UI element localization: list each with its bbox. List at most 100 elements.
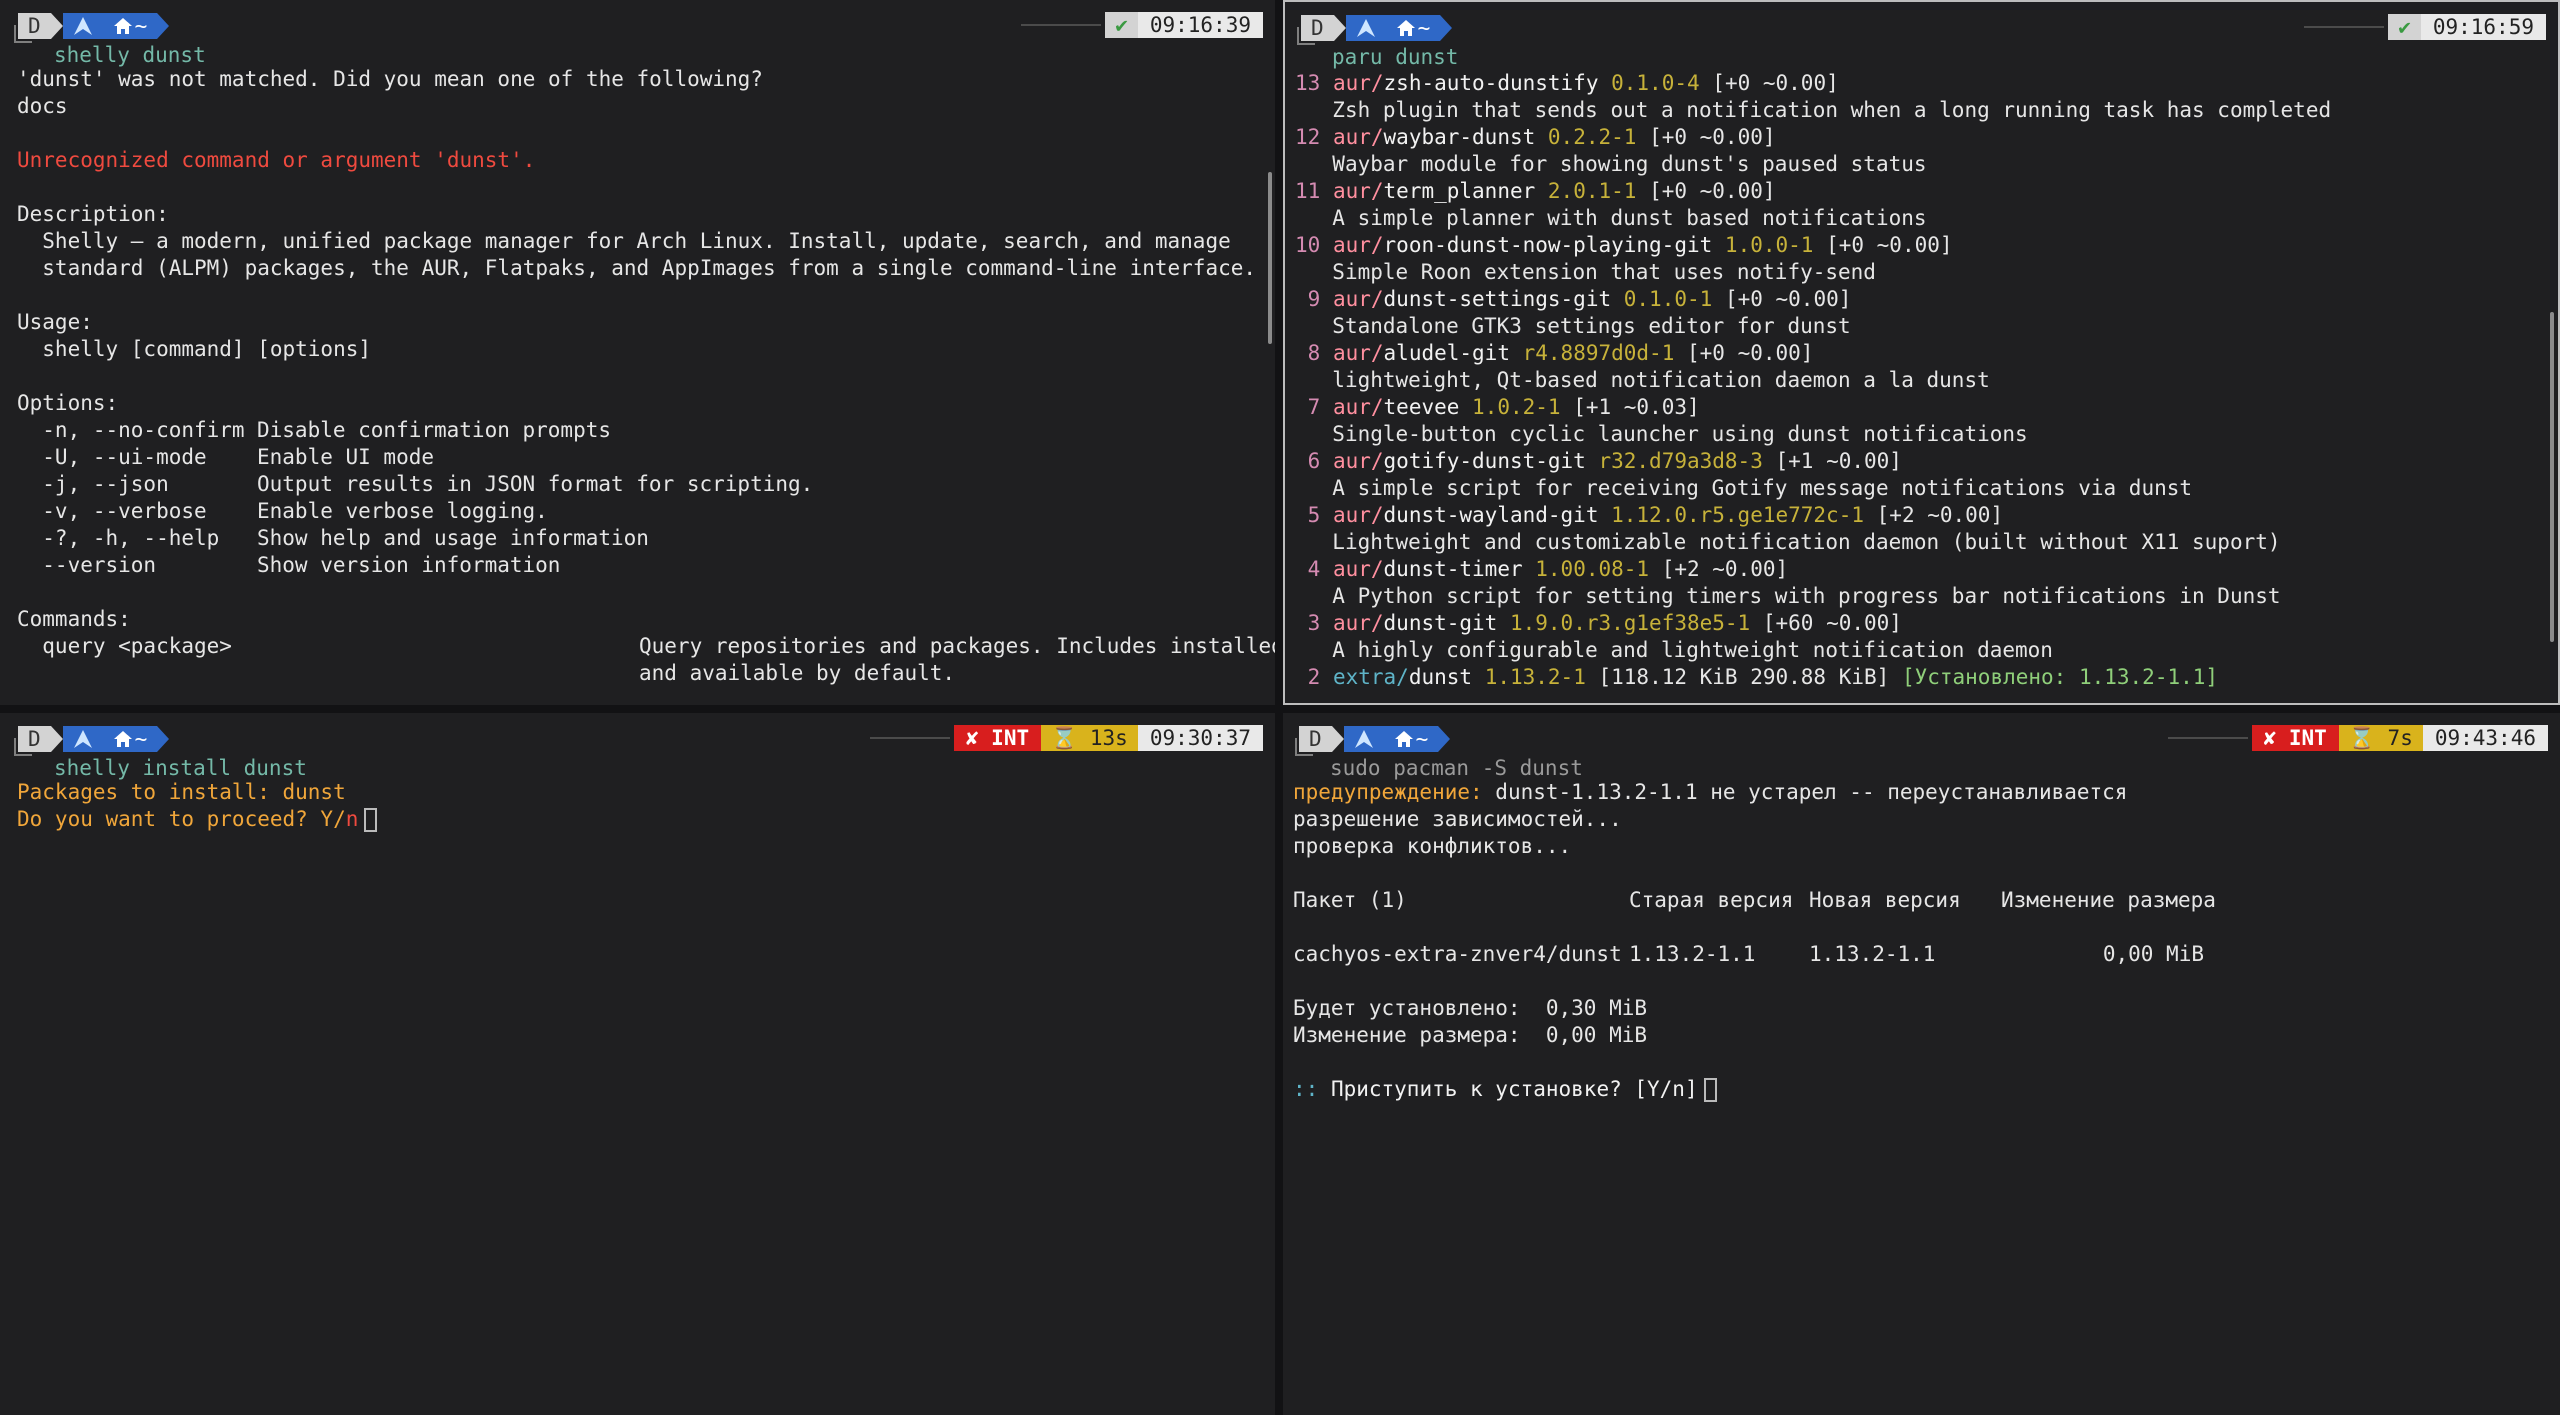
warning-text: dunst-1.13.2-1.1 не устарел -- переустан… — [1482, 780, 2128, 804]
result-meta: [+0 ~0.00] — [1649, 125, 1776, 149]
status-bar: ✘ INT ⌛ 13s 09:30:37 — [869, 725, 1263, 751]
search-results: 13 aur/zsh-auto-dunstify 0.1.0-4 [+0 ~0.… — [1295, 70, 2544, 691]
clock-time: 09:16:59 — [2420, 14, 2546, 40]
command-output: предупреждение: dunst-1.13.2-1.1 не уста… — [1293, 779, 2546, 1103]
result-number: 6 — [1295, 449, 1321, 473]
home-label: ~ — [1417, 16, 1431, 40]
terminal-pane-bottom-left[interactable]: D ~ ✘ INT ⌛ 13s 09:30:37 shelly install … — [0, 713, 1275, 1415]
option-desc: Output results in JSON format for script… — [257, 472, 814, 496]
command-entry: and available by default. — [17, 660, 1261, 687]
command-line: sudo pacman -S dunst — [1330, 756, 1583, 780]
result-repo: aur/ — [1332, 179, 1384, 203]
terminal-pane-top-right[interactable]: D ~ ✔ 09:16:59 paru dunst 13 aur/zsh-aut… — [1283, 0, 2560, 705]
result-description: Lightweight and customizable notificatio… — [1332, 530, 2281, 554]
option-flag: --version — [17, 553, 157, 577]
result-row[interactable]: 4 aur/dunst-timer 1.00.08-1 [+2 ~0.00] — [1295, 556, 2544, 583]
result-row[interactable]: 8 aur/aludel-git r4.8897d0d-1 [+0 ~0.00] — [1295, 340, 2544, 367]
terminal-pane-bottom-right[interactable]: D ~ ✘ INT ⌛ 7s 09:43:46 sudo pacman -S d… — [1283, 713, 2560, 1415]
result-description-row: lightweight, Qt-based notification daemo… — [1295, 367, 2544, 394]
result-version: 1.13.2-1 — [1484, 665, 1586, 689]
result-repo: aur/ — [1332, 557, 1384, 581]
status-dash — [2167, 737, 2248, 739]
result-repo: aur/ — [1332, 503, 1384, 527]
status-dash — [2304, 26, 2385, 28]
segment-separator — [1440, 15, 1453, 41]
segment-separator — [157, 13, 170, 39]
result-name: gotify-dunst-git — [1383, 449, 1586, 473]
result-repo: aur/ — [1332, 233, 1384, 257]
result-number: 2 — [1295, 665, 1321, 689]
change-size: Изменение размера: 0,00 MiB — [1293, 1023, 1648, 1047]
result-row[interactable]: 10 aur/roon-dunst-now-playing-git 1.0.0-… — [1295, 232, 2544, 259]
home-label: ~ — [134, 727, 148, 751]
option-desc: Enable UI mode — [257, 445, 435, 469]
home-icon — [113, 731, 132, 747]
section-heading: Usage: — [17, 310, 93, 334]
home-segment: ~ — [102, 13, 158, 39]
result-row[interactable]: 13 aur/zsh-auto-dunstify 0.1.0-4 [+0 ~0.… — [1295, 70, 2544, 97]
result-description: A simple planner with dunst based notifi… — [1332, 206, 1927, 230]
result-repo: aur/ — [1332, 611, 1384, 635]
duration-badge: ⌛ 7s — [2338, 725, 2423, 751]
result-description-row: Standalone GTK3 settings editor for duns… — [1295, 313, 2544, 340]
scrollbar[interactable] — [1268, 172, 1272, 344]
prompt-bar: D ~ — [14, 725, 170, 753]
result-row[interactable]: 6 aur/gotify-dunst-git r32.d79a3d8-3 [+1… — [1295, 448, 2544, 475]
result-version: 0.2.2-1 — [1547, 125, 1637, 149]
arch-logo-icon — [1343, 726, 1384, 752]
output-line: shelly [command] [options] — [17, 337, 372, 361]
command-output: Packages to install: dunst Do you want t… — [17, 779, 1261, 833]
result-row[interactable]: 3 aur/dunst-git 1.9.0.r3.g1ef38e5-1 [+60… — [1295, 610, 2544, 637]
result-meta: [+0 ~0.00] — [1712, 71, 1839, 95]
clock-time: 09:16:39 — [1137, 12, 1263, 38]
result-description-row: Zsh plugin that sends out a notification… — [1295, 97, 2544, 124]
result-row[interactable]: 11 aur/term_planner 2.0.1-1 [+0 ~0.00] — [1295, 178, 2544, 205]
result-number: 12 — [1295, 125, 1321, 149]
result-version: r4.8897d0d-1 — [1522, 341, 1675, 365]
duration-badge: ⌛ 13s — [1041, 725, 1138, 751]
result-name: teevee — [1383, 395, 1460, 419]
command-desc: and available by default. — [639, 661, 956, 685]
prompt-prefix: :: — [1293, 1077, 1319, 1101]
result-row[interactable]: 7 aur/teevee 1.0.2-1 [+1 ~0.03] — [1295, 394, 2544, 421]
column-header-size: Изменение размера — [2001, 888, 2216, 912]
status-dash — [1021, 24, 1102, 26]
home-label: ~ — [134, 14, 148, 38]
option-flag: -U, --ui-mode — [17, 445, 207, 469]
result-row[interactable]: 5 aur/dunst-wayland-git 1.12.0.r5.ge1e77… — [1295, 502, 2544, 529]
success-icon: ✔ — [1105, 12, 1138, 38]
result-repo: aur/ — [1332, 125, 1384, 149]
prompt-connector — [14, 25, 32, 43]
result-row[interactable]: 9 aur/dunst-settings-git 0.1.0-1 [+0 ~0.… — [1295, 286, 2544, 313]
result-meta: [+2 ~0.00] — [1661, 557, 1789, 581]
option-desc: Enable verbose logging. — [257, 499, 548, 523]
section-heading: Commands: — [17, 607, 131, 631]
confirm-prompt[interactable]: Do you want to proceed? Y/n — [17, 806, 1261, 833]
option-flag: -n, --no-confirm — [17, 418, 245, 442]
result-meta: [118.12 KiB 290.88 KiB] — [1598, 665, 1890, 689]
result-number: 3 — [1295, 611, 1321, 635]
result-version: 1.0.2-1 — [1472, 395, 1561, 419]
option-flag: -?, -h, --help — [17, 526, 220, 550]
text-cursor — [1703, 1078, 1717, 1102]
installed-badge: [Установлено: 1.13.2-1.1] — [1901, 665, 2219, 689]
segment-separator — [1331, 726, 1344, 752]
result-meta: [+1 ~0.00] — [1775, 449, 1902, 473]
result-row[interactable]: 12 aur/waybar-dunst 0.2.2-1 [+0 ~0.00] — [1295, 124, 2544, 151]
result-repo: aur/ — [1332, 395, 1384, 419]
terminal-pane-top-left[interactable]: D ~ ✔ 09:16:39 shelly dunst 'dunst' was … — [0, 0, 1275, 705]
install-size: Будет установлено: 0,30 MiB — [1293, 996, 1648, 1020]
output-line: docs — [17, 94, 68, 118]
command-line: shelly dunst — [54, 43, 206, 67]
result-row[interactable]: 2 extra/dunst 1.13.2-1 [118.12 KiB 290.8… — [1295, 664, 2544, 691]
confirm-prompt[interactable]: :: Приступить к установке? [Y/n] — [1293, 1076, 2546, 1103]
home-segment: ~ — [1383, 726, 1439, 752]
prompt-option: n — [345, 807, 359, 831]
option-row: -v, --verbose Enable verbose logging. — [17, 498, 1261, 525]
table-row: cachyos-extra-znver4/dunst 1.13.2-1.1 1.13… — [1293, 941, 2546, 968]
interrupt-badge: ✘ INT — [953, 725, 1042, 751]
result-name: term_planner — [1383, 179, 1536, 203]
segment-separator — [157, 726, 170, 752]
prompt-text: Do you want to proceed? Y/ — [17, 807, 346, 831]
scrollbar[interactable] — [2550, 312, 2554, 642]
